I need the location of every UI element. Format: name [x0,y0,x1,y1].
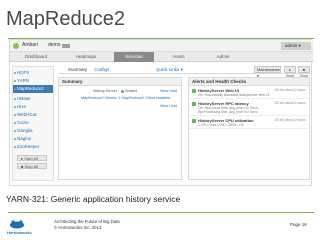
slide-title: MapReduce2 [6,8,125,30]
nav-hosts[interactable]: Hosts [164,52,194,62]
started-status-icon [121,89,124,93]
alert-status: OK for about 2 hours [274,118,306,122]
status-dot-icon [14,106,16,108]
summary-value: Started [121,89,137,93]
sidebar-item-label: YARN [17,78,30,83]
status-dot-icon [14,138,16,140]
sidebar-item-webhcat[interactable]: WebHCat [13,111,53,119]
tab-configs[interactable]: Configs [94,67,109,72]
top-bar: Ambari demo admin ▾ [10,40,313,52]
main-nav: Dashboard Heatmaps Services Hosts Admin [10,52,313,62]
stop-all-button[interactable]: ■ Stop All [17,163,47,169]
summary-value-text: Started [125,89,138,93]
sidebar-item-label: Oozie [17,120,29,125]
alert-desc: OK: RpcQueueTime_avg_time:<0> Secs, RpcP… [198,106,259,114]
tab-summary[interactable]: Summary [68,67,87,72]
view-host-link[interactable]: View Host [160,89,177,93]
page-number: Page 16 [290,222,307,227]
status-dot-icon [14,88,16,90]
check-icon [192,102,196,106]
sidebar-item-label: ZooKeeper [17,144,40,149]
alert-desc: 1 CPU, load 1.0% < 200% : OK [198,123,244,127]
alert-status: OK for about 2 hours [274,88,306,92]
sidebar-item-hdfs[interactable]: HDFS [13,69,53,77]
alert-status: OK for about 2 hours [274,101,306,105]
status-dot-icon [14,80,16,82]
sidebar-item-oozie[interactable]: Oozie [13,119,53,127]
alerts-heading: Alerts and Health Checks [189,78,309,86]
sidebar-item-label: WebHCat [17,112,37,117]
slide-caption: YARN-321: Generic application history se… [6,194,181,204]
nav-dashboard[interactable]: Dashboard [16,52,56,62]
status-dot-icon [14,72,16,74]
sidebar-item-nagios[interactable]: Nagios [13,135,53,143]
status-dot-icon [14,98,16,100]
footer-rule [8,212,314,213]
summary-value[interactable]: MapReduce2 Clients: 1 MapReduce2 Client … [81,96,170,100]
summary-row: View Host [59,104,181,110]
hortonworks-logo-icon [10,220,24,229]
hortonworks-wordmark: Hortonworks [7,230,32,235]
sidebar-item-mapreduce2[interactable]: MapReduce2 [13,85,53,93]
sidebar-item-label: Hive [17,104,27,109]
sidebar-item-hbase[interactable]: HBase [13,95,53,103]
status-dot-icon [14,130,16,132]
alert-desc: OK: Successfully accessed historyserver … [198,93,270,97]
alert-item: HistoryServer Web UI OK for about 2 hour… [189,87,309,99]
cluster-name: demo [48,42,61,48]
quick-links-dropdown[interactable]: Quick Links ▾ [156,67,183,73]
sidebar-item-hive[interactable]: Hive [13,103,53,111]
sub-tabs: Summary Configs Quick Links ▾ Maintenanc… [58,66,310,78]
ambari-logo-icon [13,43,19,49]
alert-item: HistoryServer CPU utilization OK for abo… [189,117,309,129]
alerts-panel: Alerts and Health Checks HistoryServer W… [188,77,310,180]
app-screenshot: Ambari demo admin ▾ Dashboard Heatmaps S… [9,39,313,186]
footer-tagline: Architecting the Future of Big Data [54,219,120,224]
check-icon [192,119,196,123]
sidebar-item-label: HBase [17,96,31,101]
start-all-button[interactable]: ▸ Start All [17,155,47,161]
brand-name: Ambari [22,42,38,48]
nav-admin[interactable]: Admin [208,52,238,62]
alert-item: HistoryServer RPC latency OK for about 2… [189,100,309,116]
status-dot-icon [14,146,16,148]
status-dot-icon [14,114,16,116]
ops-indicator[interactable] [62,44,70,48]
summary-row: History Server Started View Host [59,89,181,95]
summary-key: History Server [92,89,117,93]
sidebar-item-ganglia[interactable]: Ganglia [13,127,53,135]
footer-copyright: © Hortonworks Inc. 2013 [54,225,102,230]
nav-services[interactable]: Services [114,52,154,62]
sidebar-item-label: Ganglia [17,128,33,133]
sidebar-item-label: MapReduce2 [17,86,44,91]
check-icon [192,89,196,93]
summary-row: MapReduce2 Clients: 1 MapReduce2 Client … [59,96,181,102]
sidebar-item-yarn[interactable]: YARN [13,77,53,85]
services-sidebar: HDFS YARN MapReduce2 HBase Hive WebHCat … [12,66,54,181]
service-main: Summary Configs Quick Links ▾ Maintenanc… [58,66,310,182]
stop-button[interactable]: ■ Stop [298,66,310,78]
sidebar-item-label: HDFS [17,70,30,75]
status-dot-icon [14,122,16,124]
user-menu-button[interactable]: admin ▾ [281,42,311,50]
summary-heading: Summary [59,78,181,86]
sidebar-item-zookeeper[interactable]: ZooKeeper [13,143,53,151]
nav-heatmaps[interactable]: Heatmaps [66,52,106,62]
summary-panel: Summary History Server Started View Host… [58,77,182,180]
maintenance-button[interactable]: Maintenance ▾ [254,66,281,78]
start-button[interactable]: ▸ Start [284,66,296,78]
view-host-link[interactable]: View Host [160,104,177,108]
sidebar-item-label: Nagios [17,136,32,141]
